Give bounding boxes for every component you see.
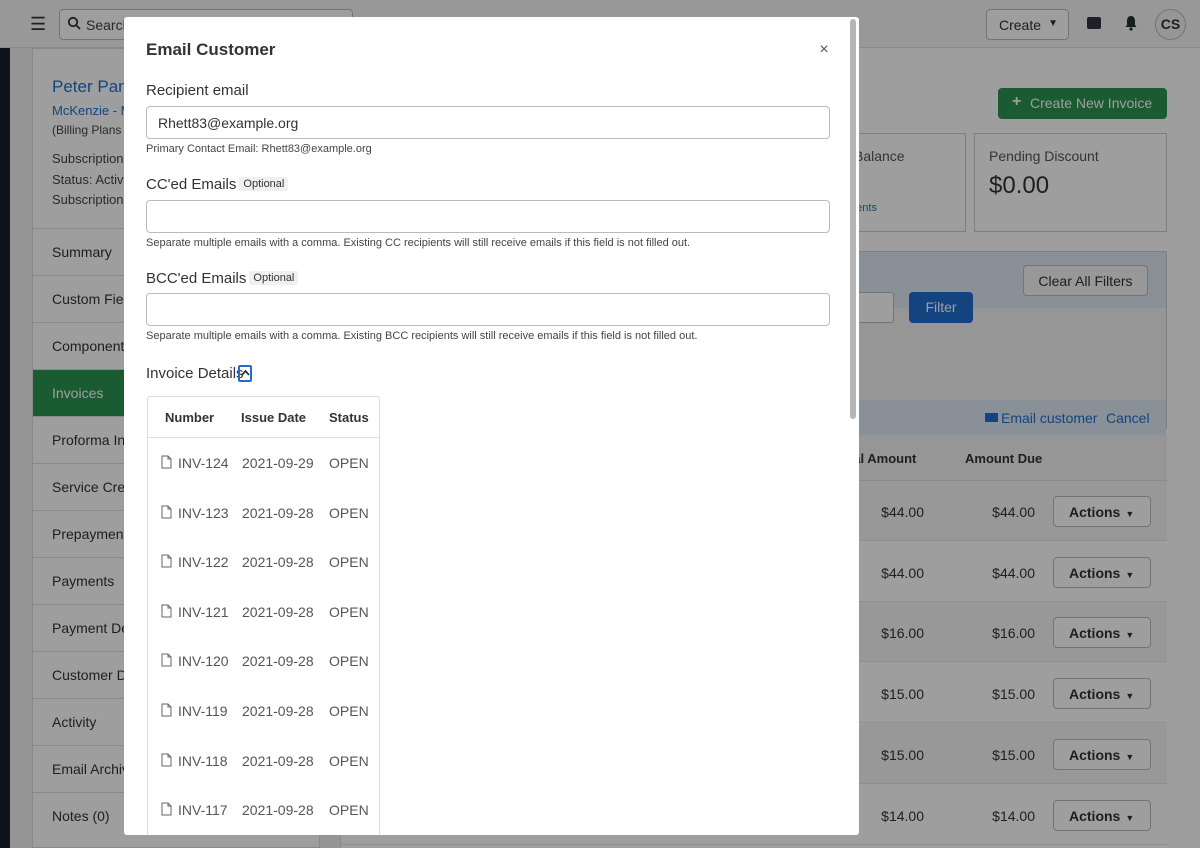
invoice-details-label: Invoice Details [146, 365, 244, 382]
invoice-issue-date: 2021-09-28 [242, 504, 314, 521]
modal-title: Email Customer [146, 40, 276, 59]
cc-emails-input[interactable] [146, 200, 830, 233]
invoice-row: INV-120 2021-09-28 OPEN [148, 653, 379, 703]
modal-scrollbar[interactable] [850, 19, 856, 419]
document-icon [161, 604, 172, 618]
recipient-email-label: Recipient email [146, 82, 249, 99]
invoice-row: INV-119 2021-09-28 OPEN [148, 703, 379, 753]
bcc-emails-input[interactable] [146, 293, 830, 326]
cc-emails-label-text: CC'ed Emails [146, 176, 237, 193]
document-icon [161, 753, 172, 767]
invoice-row: INV-123 2021-09-28 OPEN [148, 505, 379, 555]
invoice-row: INV-121 2021-09-28 OPEN [148, 604, 379, 654]
invoice-row: INV-124 2021-09-29 OPEN [148, 455, 379, 505]
invoice-number: INV-120 [178, 653, 229, 670]
invoice-issue-date: 2021-09-28 [242, 554, 314, 571]
invoice-number: INV-119 [178, 703, 228, 719]
col-status: Status [329, 410, 369, 425]
invoice-status: OPEN [329, 603, 369, 620]
invoice-status: OPEN [329, 703, 369, 719]
cc-emails-hint: Separate multiple emails with a comma. E… [146, 237, 691, 249]
chevron-up-icon [241, 369, 250, 376]
document-icon [161, 802, 172, 816]
document-icon [161, 455, 172, 469]
table-header-divider [148, 437, 379, 438]
invoice-issue-date: 2021-09-28 [242, 653, 314, 670]
invoice-status: OPEN [329, 653, 369, 670]
bcc-emails-label: BCC'ed Emails Optional [146, 270, 299, 287]
invoice-issue-date: 2021-09-28 [242, 703, 314, 719]
invoice-number: INV-124 [178, 455, 229, 471]
invoice-number: INV-118 [178, 752, 228, 769]
invoice-issue-date: 2021-09-28 [242, 603, 314, 620]
invoice-details-toggle[interactable] [238, 365, 252, 382]
invoice-number: INV-123 [178, 504, 229, 521]
invoice-status: OPEN [329, 752, 369, 769]
invoice-row: INV-117 2021-09-28 OPEN [148, 802, 379, 835]
invoice-issue-date: 2021-09-28 [242, 802, 314, 819]
invoice-status: OPEN [329, 802, 369, 819]
invoice-number: INV-122 [178, 554, 229, 571]
invoice-number: INV-121 [178, 603, 229, 620]
optional-badge: Optional [239, 177, 289, 191]
document-icon [161, 703, 172, 717]
col-number: Number [165, 410, 215, 425]
optional-badge: Optional [249, 271, 299, 285]
cc-emails-label: CC'ed Emails Optional [146, 176, 289, 193]
invoice-number: INV-117 [178, 802, 228, 819]
recipient-email-hint: Primary Contact Email: Rhett83@example.o… [146, 143, 372, 155]
col-issue-date: Issue Date [241, 410, 307, 425]
document-icon [161, 653, 172, 667]
bcc-emails-label-text: BCC'ed Emails [146, 270, 247, 287]
recipient-email-input[interactable] [146, 106, 830, 139]
invoice-issue-date: 2021-09-28 [242, 752, 314, 769]
email-customer-modal: Email Customer × Recipient email Primary… [124, 17, 859, 835]
invoice-issue-date: 2021-09-29 [242, 455, 314, 471]
invoice-status: OPEN [329, 504, 369, 521]
document-icon [161, 505, 172, 519]
invoice-details-table: Number Issue Date Status INV-124 2021-09-… [147, 396, 380, 835]
document-icon [161, 554, 172, 568]
invoice-status: OPEN [329, 455, 369, 471]
invoice-status: OPEN [329, 554, 369, 571]
invoice-row: INV-118 2021-09-28 OPEN [148, 753, 379, 803]
bcc-emails-hint: Separate multiple emails with a comma. E… [146, 330, 698, 342]
close-icon[interactable]: × [816, 41, 832, 59]
invoice-row: INV-122 2021-09-28 OPEN [148, 554, 379, 604]
